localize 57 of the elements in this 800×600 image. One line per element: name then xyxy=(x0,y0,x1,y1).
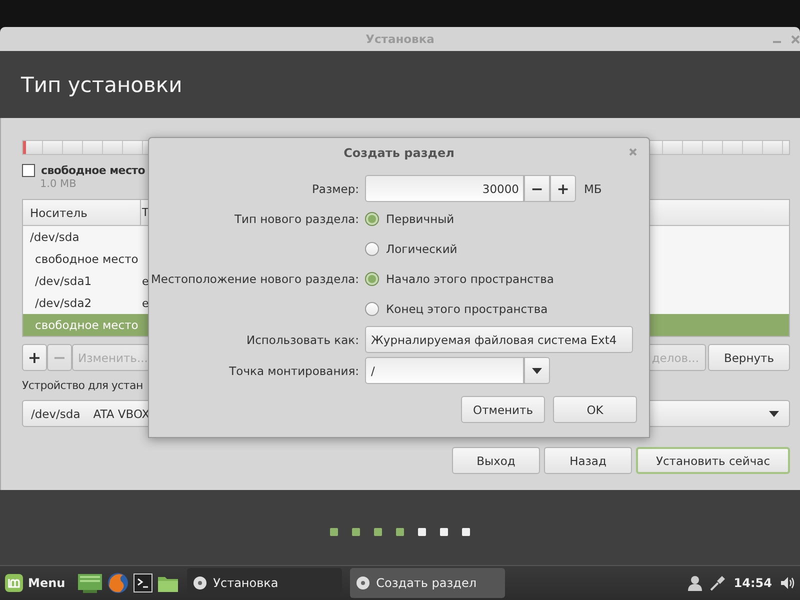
dialog-button[interactable]: OK xyxy=(553,396,637,423)
device-name: /dev/sda xyxy=(31,406,80,420)
window-title: Установка xyxy=(366,32,434,46)
table-cell: e xyxy=(142,274,149,288)
checkbox[interactable] xyxy=(22,164,35,176)
clock[interactable]: 14:54 xyxy=(734,576,772,590)
partition-button[interactable]: Вернуть xyxy=(708,344,790,371)
device-model: ATA VBOX xyxy=(93,406,150,420)
dropdown-button[interactable] xyxy=(524,357,550,384)
increment-button[interactable]: + xyxy=(550,175,576,202)
partition-button[interactable]: + xyxy=(22,344,47,371)
device-label: Устройство для устан xyxy=(22,379,143,394)
device-cell: /dev/sda2 xyxy=(35,296,92,310)
field-label: Размер: xyxy=(312,182,359,196)
terminal-icon[interactable] xyxy=(133,573,154,593)
dialog-title: Создать раздел xyxy=(344,146,454,160)
radio-label[interactable]: Первичный xyxy=(386,212,454,226)
nav-button[interactable]: Назад xyxy=(544,447,632,474)
radio-label[interactable]: Конец этого пространства xyxy=(386,302,548,316)
partition-size: 1.0 MB xyxy=(40,178,76,192)
table-cell: e xyxy=(142,296,149,310)
device-cell: свободное место xyxy=(35,318,138,332)
field-label: Использовать как: xyxy=(246,332,359,346)
volume-icon[interactable] xyxy=(780,576,796,590)
radio-button[interactable] xyxy=(365,242,379,256)
page-title: Тип установки xyxy=(21,72,182,96)
dropdown-arrow-icon xyxy=(769,410,779,416)
disc-icon xyxy=(356,576,370,590)
device-cell: /dev/sda xyxy=(30,230,80,244)
field-label: Тип нового раздела: xyxy=(234,212,359,226)
mint-logo-icon xyxy=(4,573,24,593)
device-cell: /dev/sda1 xyxy=(35,274,92,288)
radio-button[interactable] xyxy=(365,302,379,316)
nav-button[interactable]: Установить сейчас xyxy=(636,447,790,474)
radio-label[interactable]: Логический xyxy=(386,242,458,256)
unit-label: МБ xyxy=(584,182,602,196)
nav-button[interactable]: Выход xyxy=(452,447,540,474)
menu-button[interactable]: Menu xyxy=(4,573,66,593)
taskbar-window-button[interactable]: Создать раздел xyxy=(350,568,506,598)
field-label: Местоположение нового раздела: xyxy=(150,272,359,286)
partition-label: свободное место xyxy=(41,164,146,176)
dropdown-arrow-icon xyxy=(532,368,542,374)
disc-icon xyxy=(193,576,208,590)
column-header[interactable]: Т xyxy=(142,206,149,219)
field-label: Точка монтирования: xyxy=(229,364,359,378)
filesystem-select[interactable]: Журналируемая файловая система Ext4 xyxy=(365,326,633,353)
monitor-icon[interactable] xyxy=(77,572,104,594)
user-icon[interactable] xyxy=(688,575,702,591)
mount-point-field[interactable]: / xyxy=(365,357,524,384)
size-field[interactable]: 30000 xyxy=(365,175,524,202)
radio-label[interactable]: Начало этого пространства xyxy=(386,272,554,286)
radio-button[interactable] xyxy=(365,272,379,286)
decrement-button[interactable]: − xyxy=(524,175,550,202)
globe-icon[interactable] xyxy=(107,572,130,594)
radio-button[interactable] xyxy=(365,212,379,226)
dialog-button[interactable]: Отменить xyxy=(461,396,545,423)
column-header[interactable]: Носитель xyxy=(30,206,88,220)
